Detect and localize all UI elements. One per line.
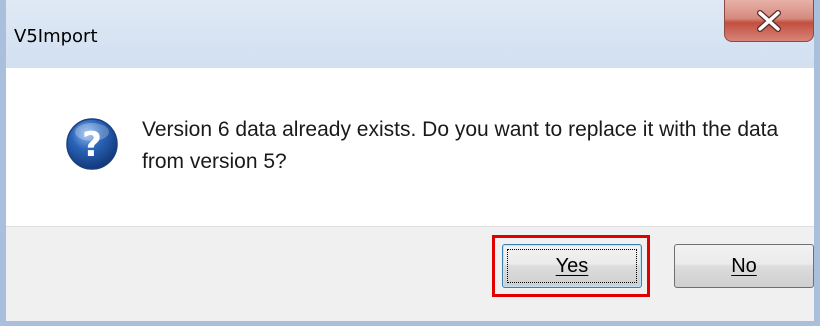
yes-button[interactable]: Yes <box>502 244 642 288</box>
question-icon: ? <box>66 118 118 170</box>
dialog-message: Version 6 data already exists. Do you wa… <box>142 118 779 173</box>
button-bar: Yes No <box>6 226 814 321</box>
title-bar[interactable]: V5Import <box>6 0 814 62</box>
close-button[interactable] <box>724 0 814 42</box>
window-title: V5Import <box>14 26 98 47</box>
close-icon <box>757 9 781 32</box>
no-button[interactable]: No <box>674 244 814 288</box>
svg-text:?: ? <box>82 125 102 165</box>
focus-rect <box>507 249 637 283</box>
dialog-window: V5Import ? Version 6 data already exists… <box>0 0 820 326</box>
no-button-label: No <box>731 254 757 277</box>
dialog-content: ? Version 6 data already exists. Do you … <box>6 68 814 226</box>
